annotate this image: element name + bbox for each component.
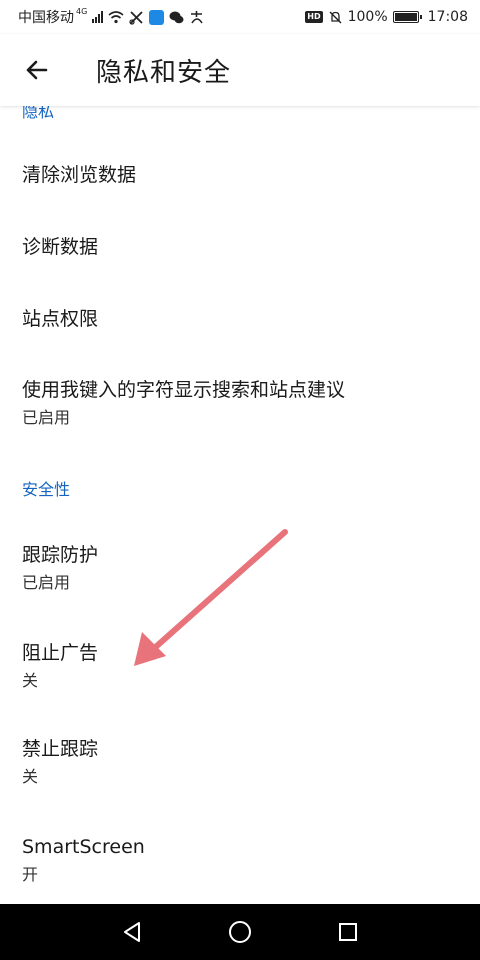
status-bar: 中国移动 4G HD 100% 17:08 <box>0 0 480 34</box>
settings-list[interactable]: 隐私 清除浏览数据 诊断数据 站点权限 使用我键入的字符显示搜索和站点建议 已启… <box>0 106 480 904</box>
setting-do-not-track[interactable]: 禁止跟踪 关 <box>0 736 480 788</box>
mute-bell-icon <box>329 11 342 23</box>
system-nav-bar <box>0 904 480 960</box>
section-header-security: 安全性 <box>22 480 71 499</box>
signal-icon <box>92 11 104 23</box>
nav-back-button[interactable] <box>112 912 152 952</box>
setting-block-ads[interactable]: 阻止广告 关 <box>0 640 480 692</box>
setting-status: 已启用 <box>22 573 71 592</box>
setting-title: 诊断数据 <box>22 236 99 258</box>
network-type: 4G <box>76 6 88 16</box>
status-bar-right: HD 100% 17:08 <box>305 9 468 25</box>
setting-status: 开 <box>22 865 39 884</box>
setting-smartscreen[interactable]: SmartScreen 开 <box>0 834 480 886</box>
setting-site-permissions[interactable]: 站点权限 <box>0 306 480 332</box>
square-recents-icon <box>339 923 357 941</box>
setting-title: 跟踪防护 <box>22 544 99 566</box>
setting-title: 站点权限 <box>22 308 99 330</box>
page-title: 隐私和安全 <box>96 57 232 88</box>
setting-search-suggestions[interactable]: 使用我键入的字符显示搜索和站点建议 已启用 <box>0 377 480 429</box>
wifi-icon <box>108 11 124 24</box>
battery-percent: 100% <box>347 9 388 25</box>
setting-clear-browsing-data[interactable]: 清除浏览数据 <box>0 162 480 188</box>
triangle-back-icon <box>124 922 140 942</box>
arrow-left-icon <box>26 60 48 80</box>
setting-title: 阻止广告 <box>22 642 99 664</box>
circle-home-icon <box>229 921 251 943</box>
setting-title: 使用我键入的字符显示搜索和站点建议 <box>22 379 346 401</box>
setting-title: 禁止跟踪 <box>22 738 99 760</box>
alipay-icon <box>191 10 203 23</box>
back-button[interactable] <box>2 34 72 106</box>
setting-title: SmartScreen <box>22 836 145 858</box>
battery-icon <box>392 11 422 23</box>
clock: 17:08 <box>427 9 468 25</box>
setting-status: 关 <box>22 767 39 786</box>
app-bar: 隐私和安全 <box>0 34 480 106</box>
wechat-icon <box>169 11 184 23</box>
setting-title: 清除浏览数据 <box>22 164 137 186</box>
setting-tracking-prevention[interactable]: 跟踪防护 已启用 <box>0 542 480 594</box>
app-notification-icon <box>149 9 165 25</box>
scissors-icon <box>129 10 143 25</box>
nav-home-button[interactable] <box>220 912 260 952</box>
setting-diagnostic-data[interactable]: 诊断数据 <box>0 234 480 260</box>
hd-badge: HD <box>305 11 323 23</box>
nav-recents-button[interactable] <box>328 912 368 952</box>
carrier-label: 中国移动 <box>18 10 74 26</box>
setting-status: 关 <box>22 671 39 690</box>
setting-status: 已启用 <box>22 408 71 427</box>
status-bar-left: 中国移动 4G <box>18 7 204 27</box>
section-header-privacy: 隐私 <box>22 106 55 121</box>
